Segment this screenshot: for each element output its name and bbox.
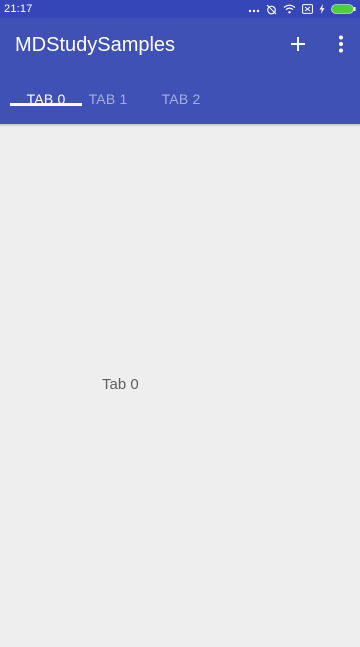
wifi-icon: [283, 4, 296, 14]
toolbar: MDStudySamples: [0, 18, 360, 74]
charging-icon: [319, 4, 325, 14]
add-button[interactable]: [284, 32, 312, 60]
app-bar: MDStudySamples TAB 0 TAB 1 TAB 2: [0, 18, 360, 124]
status-bar: 21:17: [0, 0, 360, 18]
status-time: 21:17: [4, 3, 33, 15]
alarm-off-icon: [266, 4, 277, 15]
tab-1[interactable]: TAB 1: [72, 74, 144, 124]
battery-icon: [331, 4, 356, 14]
tab-bar: TAB 0 TAB 1 TAB 2: [0, 74, 360, 124]
app-title: MDStudySamples: [15, 34, 176, 56]
more-vert-icon: [338, 35, 344, 58]
tab-content-text: Tab 0: [102, 376, 139, 393]
tab-2[interactable]: TAB 2: [145, 74, 217, 124]
status-icons: [248, 4, 356, 15]
more-options-button[interactable]: [330, 32, 352, 60]
more-dots-icon: [248, 4, 260, 14]
sim-off-icon: [302, 4, 313, 14]
add-icon: [290, 36, 306, 57]
tab-indicator: [10, 103, 82, 106]
tab-content: Tab 0: [0, 124, 360, 647]
